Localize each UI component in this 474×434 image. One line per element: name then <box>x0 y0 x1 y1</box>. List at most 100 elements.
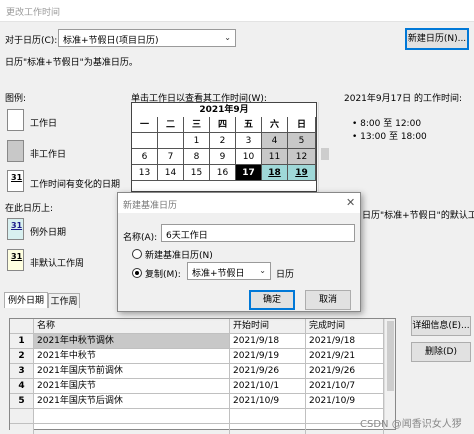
calendar-day[interactable]: 9 <box>210 149 236 165</box>
table-cell-start[interactable]: 2021/10/9 <box>230 394 306 409</box>
calendar-day[interactable]: 17 <box>236 165 262 181</box>
table-cell-start[interactable]: 2021/10/1 <box>230 379 306 394</box>
for-calendar-dropdown[interactable]: 标准+节假日(项目日历) ⌄ <box>58 29 236 47</box>
month-calendar[interactable]: 2021年9月 一二三四五六日 1 2 3 4 5 6 7 8 9 10 11 12 13 14 15 16 17… <box>131 102 317 192</box>
dialog-calendar-suffix: 日历 <box>276 270 295 280</box>
calendar-day[interactable]: 16 <box>210 165 236 181</box>
dialog-title: 新建基准日历 <box>123 201 178 211</box>
calendar-scroll-thumb[interactable] <box>321 148 329 160</box>
calendar-day[interactable]: 6 <box>132 149 158 165</box>
exceptions-table[interactable]: 名称 开始时间 完成时间 1 2021年中秋节调休 2021/9/18 2021/9/18 2… <box>9 318 396 434</box>
for-calendar-value: 标准+节假日(项目日历) <box>63 36 159 46</box>
calendar-weekday-header: 日 <box>288 117 316 133</box>
working-time-slot-1: • 8:00 至 12:00 <box>352 119 422 129</box>
calendar-day[interactable]: 7 <box>158 149 184 165</box>
calendar-day[interactable]: 1 <box>184 133 210 149</box>
for-calendar-label: 对于日历(C): <box>5 36 58 46</box>
calendar-weekday-header: 五 <box>236 117 262 133</box>
legend-nondefault-num: 31 <box>11 252 23 261</box>
delete-button[interactable]: 删除(D) <box>411 342 471 362</box>
calendar-day[interactable]: 2 <box>210 133 236 149</box>
dialog-name-input[interactable]: 6天工作日 <box>161 224 355 242</box>
calendar-day[interactable] <box>158 133 184 149</box>
table-cell-start[interactable] <box>230 424 306 434</box>
calendar-weekday-header: 二 <box>158 117 184 133</box>
dialog-ok-button[interactable]: 确定 <box>249 290 295 310</box>
details-button[interactable]: 详细信息(E)... <box>411 316 471 336</box>
calendar-day[interactable]: 19 <box>288 165 316 181</box>
table-scroll-thumb[interactable] <box>387 321 394 391</box>
calendar-day[interactable]: 18 <box>262 165 288 181</box>
calendar-day[interactable]: 3 <box>236 133 262 149</box>
table-row-number[interactable] <box>10 424 34 434</box>
new-calendar-button[interactable]: 新建日历(N)... <box>405 28 469 50</box>
radio-copy-label[interactable]: 复制(M): <box>145 267 181 280</box>
table-cell-start[interactable]: 2021/9/26 <box>230 364 306 379</box>
table-row-number[interactable]: 2 <box>10 349 34 364</box>
legend-nonworking-swatch <box>7 140 24 162</box>
table-row-number[interactable]: 3 <box>10 364 34 379</box>
new-base-calendar-dialog: 新建基准日历 ✕ 名称(A): 6天工作日 新建基准日历(N) 复制(M): 标… <box>117 192 361 312</box>
calendar-day[interactable]: 12 <box>288 149 316 165</box>
table-row-number[interactable]: 1 <box>10 334 34 349</box>
col-header-finish: 完成时间 <box>306 319 384 334</box>
table-row-number[interactable]: 4 <box>10 379 34 394</box>
table-cell-finish[interactable]: 2021/9/26 <box>306 364 384 379</box>
radio-copy[interactable] <box>132 268 142 278</box>
calendar-month: 2021年9月 <box>199 105 249 115</box>
table-cell-name[interactable]: 2021年中秋节 <box>34 349 230 364</box>
calendar-weekday-header: 六 <box>262 117 288 133</box>
table-cell-finish[interactable]: 2021/10/7 <box>306 379 384 394</box>
dialog-cancel-button[interactable]: 取消 <box>305 290 351 310</box>
calendar-day[interactable]: 5 <box>288 133 316 149</box>
legend-nonworking-label: 非工作日 <box>30 150 67 160</box>
calendar-weekday-header: 四 <box>210 117 236 133</box>
table-scrollbar[interactable] <box>384 319 395 429</box>
calendar-day[interactable]: 11 <box>262 149 288 165</box>
watermark-text: CSDN @闻香识女人猡 <box>360 419 462 430</box>
calendar-day[interactable]: 13 <box>132 165 158 181</box>
table-row-number[interactable]: 5 <box>10 394 34 409</box>
table-row-number[interactable] <box>10 409 34 424</box>
calendar-day[interactable]: 14 <box>158 165 184 181</box>
calendar-day[interactable]: 15 <box>184 165 210 181</box>
calendar-scrollbar[interactable] <box>318 102 330 192</box>
table-cell-start[interactable] <box>230 409 306 424</box>
table-cell-name[interactable]: 2021年国庆节 <box>34 379 230 394</box>
tab-workweeks[interactable]: 工作周 <box>48 293 80 308</box>
table-cell-name[interactable]: 2021年国庆节前调休 <box>34 364 230 379</box>
col-header-name: 名称 <box>34 319 230 334</box>
table-cell-name[interactable] <box>34 424 230 434</box>
calendar-day[interactable] <box>132 133 158 149</box>
table-cell-finish[interactable]: 2021/9/21 <box>306 349 384 364</box>
table-cell-name[interactable] <box>34 409 230 424</box>
dialog-name-value: 6天工作日 <box>166 231 208 241</box>
close-icon[interactable]: ✕ <box>346 196 355 209</box>
table-cell-name[interactable]: 2021年国庆节后调休 <box>34 394 230 409</box>
dialog-copy-dropdown[interactable]: 标准+节假日 ⌄ <box>187 262 271 280</box>
table-corner <box>10 319 34 334</box>
calendar-day[interactable]: 8 <box>184 149 210 165</box>
table-cell-finish[interactable]: 2021/9/18 <box>306 334 384 349</box>
dialog-copy-value: 标准+节假日 <box>192 269 245 279</box>
legend-title: 图例: <box>5 94 27 104</box>
calendar-day[interactable]: 10 <box>236 149 262 165</box>
radio-new-base[interactable] <box>132 249 142 259</box>
legend-exception-num: 31 <box>11 221 23 230</box>
legend-on-this-calendar: 在此日历上: <box>5 204 54 214</box>
window-title: 更改工作时间 <box>6 8 61 18</box>
table-cell-name[interactable]: 2021年中秋节调休 <box>34 334 230 349</box>
calendar-day[interactable]: 4 <box>262 133 288 149</box>
radio-new-base-label[interactable]: 新建基准日历(N) <box>145 248 213 261</box>
table-cell-finish[interactable]: 2021/10/9 <box>306 394 384 409</box>
table-cell-start[interactable]: 2021/9/19 <box>230 349 306 364</box>
legend-working-swatch <box>7 109 24 131</box>
slot-2-text: 13:00 至 18:00 <box>360 132 427 142</box>
legend-changed-label: 工作时间有变化的日期 <box>30 180 121 190</box>
working-time-slot-2: • 13:00 至 18:00 <box>352 132 427 142</box>
table-cell-start[interactable]: 2021/9/18 <box>230 334 306 349</box>
legend-nondefault-swatch: 31 <box>7 249 24 271</box>
dialog-titlebar: 新建基准日历 ✕ <box>118 193 360 213</box>
tab-exceptions[interactable]: 例外日期 <box>4 292 48 308</box>
slot-1-text: 8:00 至 12:00 <box>360 119 422 129</box>
